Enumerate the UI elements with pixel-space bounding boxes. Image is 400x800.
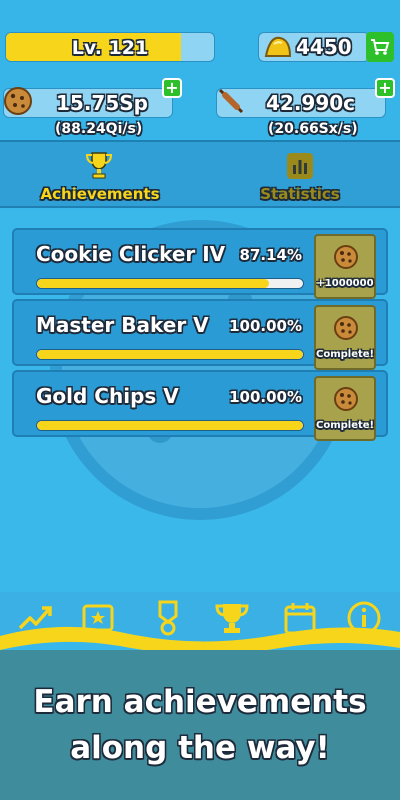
info-icon[interactable] xyxy=(344,598,384,638)
top-status-bar: Lv. 121 4450 15.75Sp (88.24Qi/s) + 42.99… xyxy=(0,0,400,140)
achievement-reward-button[interactable]: Complete! xyxy=(314,305,376,370)
cookie-rate: (88.24Qi/s) xyxy=(55,121,143,137)
achievement-card[interactable]: Cookie Clicker IV 87.14% +1000000 xyxy=(12,228,388,299)
promo-caption-line1: Earn achievements xyxy=(33,684,367,720)
achievement-card[interactable]: Master Baker V 100.00% Complete! xyxy=(12,299,388,370)
cookie-count: 15.75Sp xyxy=(56,91,148,115)
cookie-icon xyxy=(4,87,32,115)
achievement-progress-fill xyxy=(37,279,269,288)
gold-pile-icon xyxy=(264,36,292,57)
achievement-reward-label: +1000000 xyxy=(316,278,374,289)
star-ticket-icon[interactable] xyxy=(78,598,118,638)
achievements-panel[interactable]: Cookie Clicker IV 87.14% +1000000 Master… xyxy=(0,210,400,630)
rolling-pin-rate: (20.66Sx/s) xyxy=(268,121,358,137)
achievement-progress-fill xyxy=(37,421,303,430)
tab-achievements-label: Achievements xyxy=(40,185,160,203)
achievement-title: Master Baker V xyxy=(36,313,209,337)
achievement-percent: 100.00% xyxy=(229,317,302,335)
rolling-pin-count: 42.990c xyxy=(266,91,356,115)
achievement-progress-bar xyxy=(36,420,304,431)
achievement-reward-button[interactable]: +1000000 xyxy=(314,234,376,299)
achievement-progress-bar xyxy=(36,278,304,289)
achievement-title: Gold Chips V xyxy=(36,384,179,408)
cart-icon xyxy=(371,39,390,55)
achievement-reward-label: Complete! xyxy=(316,349,375,360)
rolling-pin-icon xyxy=(218,88,244,114)
tab-bar: Achievements Statistics xyxy=(0,140,400,208)
add-cookies-button[interactable]: + xyxy=(162,78,182,98)
gold-amount: 4450 xyxy=(296,35,352,59)
shop-cart-button[interactable] xyxy=(366,32,394,62)
trophy-icon xyxy=(85,152,113,179)
trophy-icon[interactable] xyxy=(212,598,252,638)
tab-statistics-label: Statistics xyxy=(260,185,340,203)
achievement-percent: 100.00% xyxy=(229,388,302,406)
level-label: Lv. 121 xyxy=(71,37,149,59)
achievement-title: Cookie Clicker IV xyxy=(36,242,226,266)
level-progress-bar: Lv. 121 xyxy=(5,32,215,62)
tab-achievements[interactable]: Achievements xyxy=(0,142,200,208)
achievement-reward-button[interactable]: Complete! xyxy=(314,376,376,441)
cookie-icon xyxy=(334,245,358,269)
promo-caption: Earn achievements along the way! xyxy=(0,650,400,800)
cookie-icon xyxy=(334,316,358,340)
add-rolling-pin-button[interactable]: + xyxy=(375,78,395,98)
achievement-card[interactable]: Gold Chips V 100.00% Complete! xyxy=(12,370,388,441)
trend-icon[interactable] xyxy=(16,598,56,638)
achievement-percent: 87.14% xyxy=(239,246,302,264)
achievement-reward-label: Complete! xyxy=(316,420,375,431)
achievement-progress-bar xyxy=(36,349,304,360)
tab-statistics[interactable]: Statistics xyxy=(200,142,400,208)
promo-caption-line2: along the way! xyxy=(70,730,330,766)
medal-icon[interactable] xyxy=(148,598,188,638)
achievement-progress-fill xyxy=(37,350,303,359)
cookie-icon xyxy=(334,387,358,411)
bar-chart-icon xyxy=(287,153,313,179)
calendar-icon[interactable] xyxy=(280,598,320,638)
